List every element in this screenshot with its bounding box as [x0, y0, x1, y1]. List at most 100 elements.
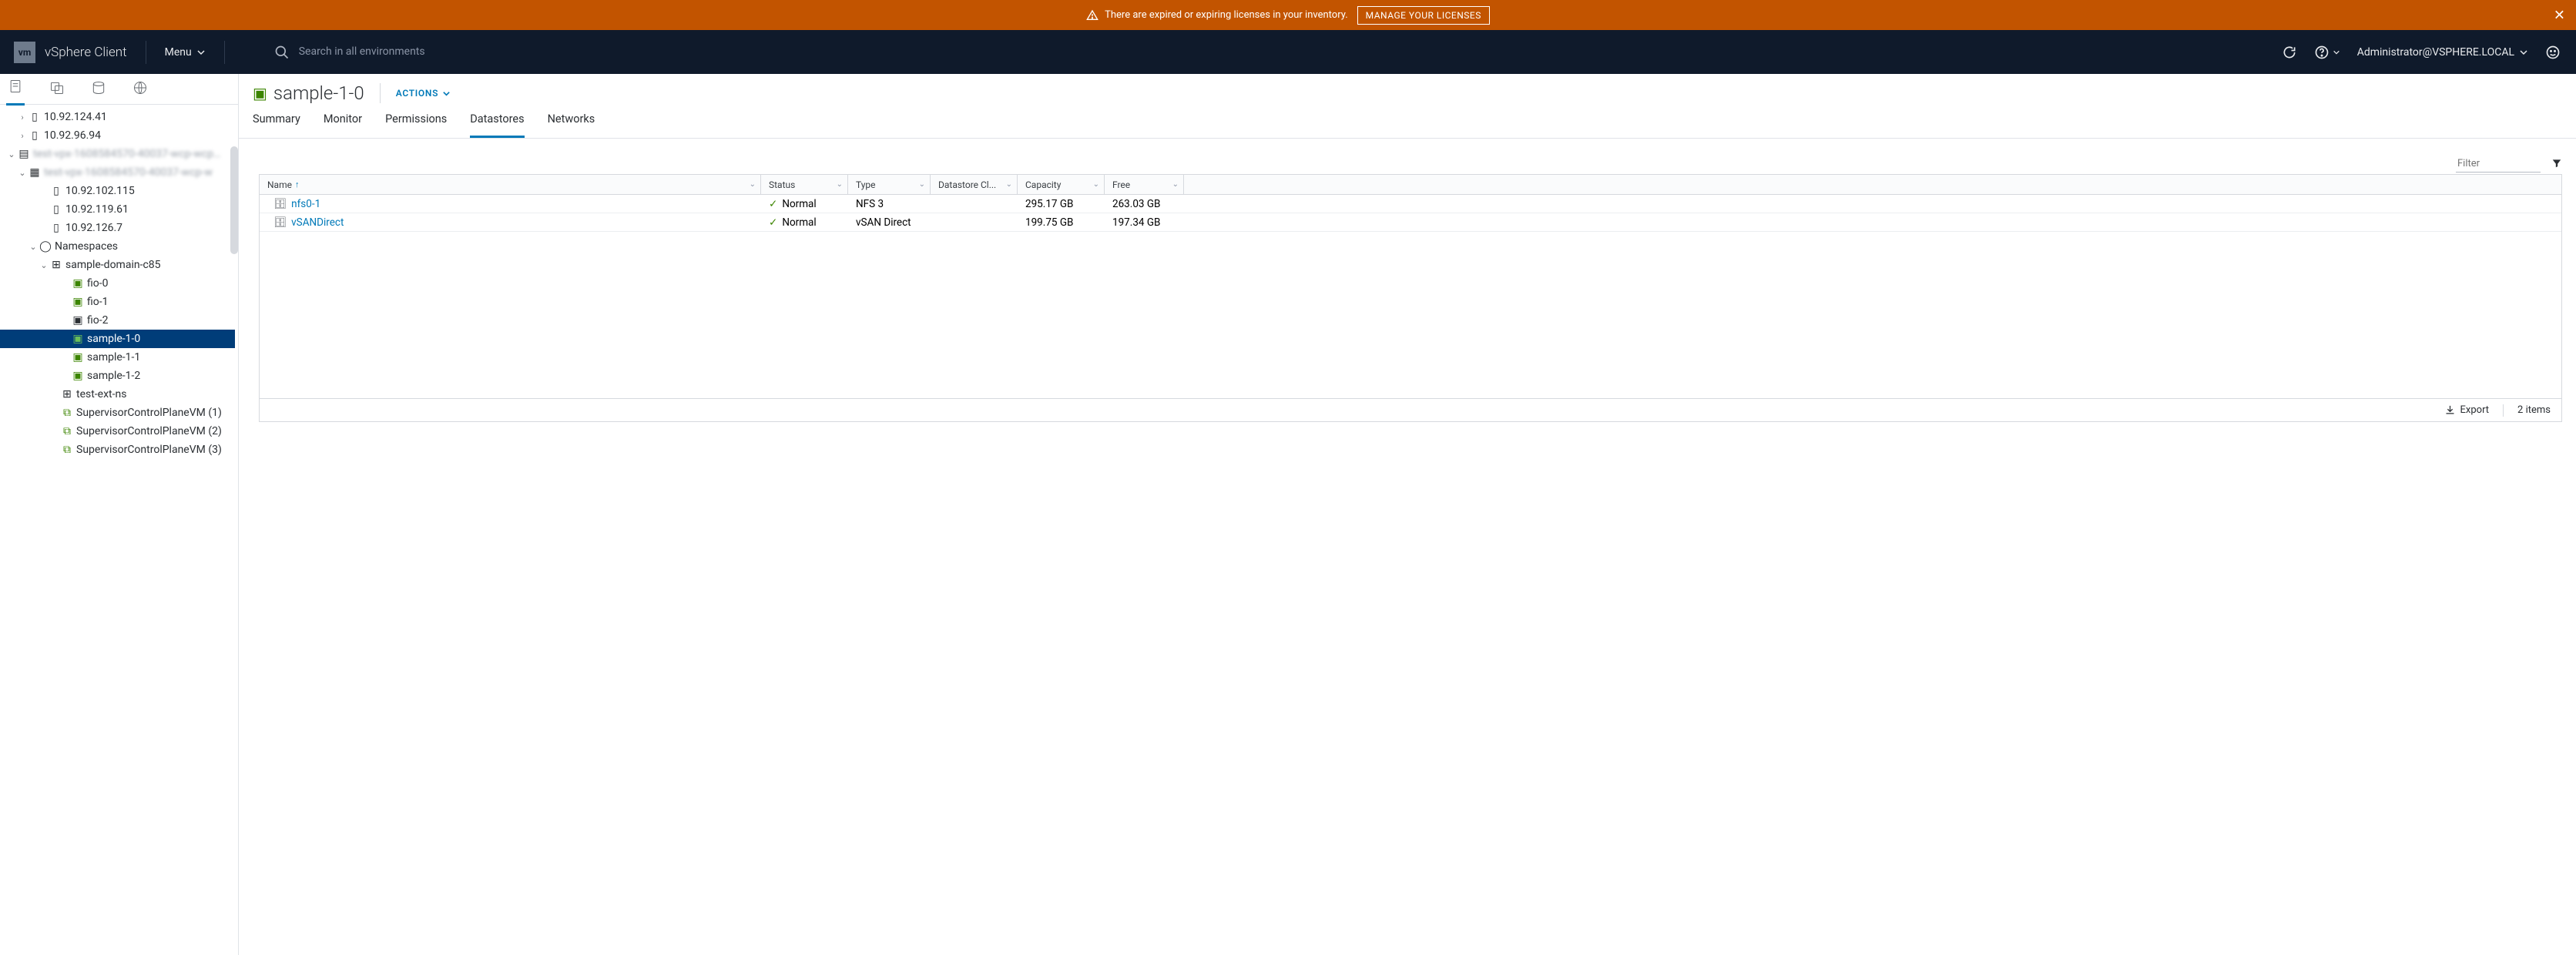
vmware-logo: vm — [14, 42, 35, 63]
nav-storage[interactable] — [89, 74, 108, 105]
tree-vm[interactable]: ⧉SupervisorControlPlaneVM (1) — [0, 404, 235, 422]
tab-networks[interactable]: Networks — [548, 112, 595, 138]
tree-vm[interactable]: ⧉SupervisorControlPlaneVM (3) — [0, 441, 235, 459]
refresh-button[interactable] — [2282, 45, 2297, 60]
chevron-down-icon[interactable]: ⌄ — [1006, 180, 1012, 189]
chevron-down-icon[interactable]: ⌄ — [837, 180, 843, 189]
chevron-down-icon[interactable]: ⌄ — [6, 149, 17, 159]
tree-pod[interactable]: ▣sample-1-1 — [0, 348, 235, 367]
col-free[interactable]: Free⌄ — [1105, 175, 1184, 194]
chevron-right-icon[interactable]: › — [17, 131, 28, 141]
col-datastore-cluster[interactable]: Datastore Cl...⌄ — [931, 175, 1018, 194]
filter-icon[interactable] — [2551, 157, 2562, 172]
search-icon — [274, 44, 290, 60]
namespace-icon: ⊞ — [49, 259, 63, 271]
pod-icon: ▣ — [71, 314, 85, 327]
divider — [224, 41, 225, 64]
tree-pod[interactable]: ▣fio-2 — [0, 311, 235, 330]
tree-host[interactable]: ›▯10.92.96.94 — [0, 126, 235, 145]
sidebar: ›▯10.92.124.41 ›▯10.92.96.94 ⌄▤test-vpx-… — [0, 74, 239, 955]
col-capacity[interactable]: Capacity⌄ — [1018, 175, 1105, 194]
nav-networking[interactable] — [131, 74, 149, 105]
tab-datastores[interactable]: Datastores — [470, 112, 524, 138]
chevron-down-icon[interactable]: ⌄ — [28, 242, 39, 252]
main-content: ▣ sample-1-0 ACTIONS Summary Monitor Per… — [239, 74, 2576, 955]
export-button[interactable]: Export — [2444, 404, 2490, 416]
tree-vcenter[interactable]: ⌄▤test-vpx-1608584570-40037-wcp-wcp… — [0, 145, 235, 163]
filter-input[interactable] — [2456, 156, 2541, 173]
page-title: ▣ sample-1-0 — [253, 82, 364, 104]
tree-namespace[interactable]: ⊞test-ext-ns — [0, 385, 235, 404]
tree-pod[interactable]: ▣fio-0 — [0, 274, 235, 293]
tree-namespaces[interactable]: ⌄◯Namespaces — [0, 237, 235, 256]
tree-host[interactable]: ›▯10.92.124.41 — [0, 108, 235, 126]
table-row[interactable]: 🗄nfs0-1 ✓Normal NFS 3 295.17 GB 263.03 G… — [260, 195, 2561, 213]
user-menu[interactable]: Administrator@VSPHERE.LOCAL — [2357, 46, 2528, 59]
tree-datacenter[interactable]: ⌄▦test-vpx-1608584570-40037-wcp-w — [0, 163, 235, 182]
chevron-down-icon — [2333, 49, 2340, 56]
tab-permissions[interactable]: Permissions — [385, 112, 447, 138]
tree-vm[interactable]: ⧉SupervisorControlPlaneVM (2) — [0, 422, 235, 441]
nav-vms-templates[interactable] — [48, 74, 66, 105]
check-icon: ✓ — [769, 216, 777, 229]
vm-icon: ⧉ — [60, 425, 74, 437]
nav-hosts-clusters[interactable] — [6, 72, 25, 106]
host-warn-icon: ▯ — [49, 185, 63, 197]
divider — [380, 83, 381, 103]
chevron-down-icon[interactable]: ⌄ — [1172, 180, 1179, 189]
chevron-down-icon[interactable]: ⌄ — [17, 168, 28, 178]
host-icon: ▯ — [28, 129, 42, 142]
pod-icon: ▣ — [71, 333, 85, 345]
filter-row — [259, 156, 2562, 173]
manage-licenses-button[interactable]: Manage Your Licenses — [1357, 6, 1490, 25]
tree-host[interactable]: ▯10.92.119.61 — [0, 200, 235, 219]
feedback-button[interactable] — [2545, 45, 2561, 60]
chevron-down-icon — [442, 89, 451, 98]
pod-icon: ▣ — [71, 370, 85, 382]
pod-icon: ▣ — [71, 277, 85, 290]
grid-empty-space — [260, 232, 2561, 398]
tree-pod-selected[interactable]: ▣sample-1-0 — [0, 330, 235, 348]
col-status[interactable]: Status⌄ — [761, 175, 848, 194]
tree-host[interactable]: ▯10.92.102.115 — [0, 182, 235, 200]
object-tabs: Summary Monitor Permissions Datastores N… — [239, 112, 2576, 139]
datastore-icon: 🗄 — [273, 216, 287, 229]
datacenter-icon: ▦ — [28, 166, 42, 179]
vm-icon: ⧉ — [60, 407, 74, 419]
tab-summary[interactable]: Summary — [253, 112, 300, 138]
chevron-down-icon[interactable]: ⌄ — [1093, 180, 1099, 189]
grid-footer: Export 2 items — [260, 398, 2561, 421]
menu-button[interactable]: Menu — [165, 46, 206, 59]
tree-pod[interactable]: ▣sample-1-2 — [0, 367, 235, 385]
chevron-down-icon[interactable]: ⌄ — [750, 180, 756, 189]
col-name[interactable]: Name↑⌄ — [260, 175, 761, 194]
table-row[interactable]: 🗄vSANDirect ✓Normal vSAN Direct 199.75 G… — [260, 213, 2561, 232]
search-input[interactable] — [299, 45, 607, 58]
tree-pod[interactable]: ▣fio-1 — [0, 293, 235, 311]
datastore-link[interactable]: nfs0-1 — [291, 198, 320, 210]
help-button[interactable] — [2314, 45, 2340, 60]
item-count: 2 items — [2517, 404, 2551, 416]
scrollbar[interactable] — [230, 146, 238, 254]
tab-monitor[interactable]: Monitor — [324, 112, 362, 138]
pod-icon: ▣ — [71, 351, 85, 364]
grid-header: Name↑⌄ Status⌄ Type⌄ Datastore Cl...⌄ Ca… — [260, 175, 2561, 195]
namespace-icon: ◯ — [39, 240, 52, 253]
user-label: Administrator@VSPHERE.LOCAL — [2357, 46, 2514, 59]
close-icon[interactable]: ✕ — [2554, 7, 2565, 23]
chevron-down-icon — [2519, 48, 2528, 57]
actions-menu[interactable]: ACTIONS — [396, 88, 451, 99]
tree-namespace[interactable]: ⌄⊞sample-domain-c85 — [0, 256, 235, 274]
app-header: vm vSphere Client Menu Administrator@VSP… — [0, 30, 2576, 74]
vcenter-icon: ▤ — [17, 148, 31, 160]
chevron-down-icon[interactable]: ⌄ — [39, 260, 49, 270]
chevron-down-icon[interactable]: ⌄ — [919, 180, 925, 189]
datastore-icon: 🗄 — [273, 198, 287, 210]
datastore-link[interactable]: vSANDirect — [291, 216, 344, 229]
col-type[interactable]: Type⌄ — [848, 175, 931, 194]
check-icon: ✓ — [769, 198, 777, 210]
tree-host[interactable]: ▯10.92.126.7 — [0, 219, 235, 237]
sort-asc-icon: ↑ — [295, 179, 300, 189]
chevron-right-icon[interactable]: › — [17, 112, 28, 122]
inventory-nav-tabs — [0, 74, 238, 105]
